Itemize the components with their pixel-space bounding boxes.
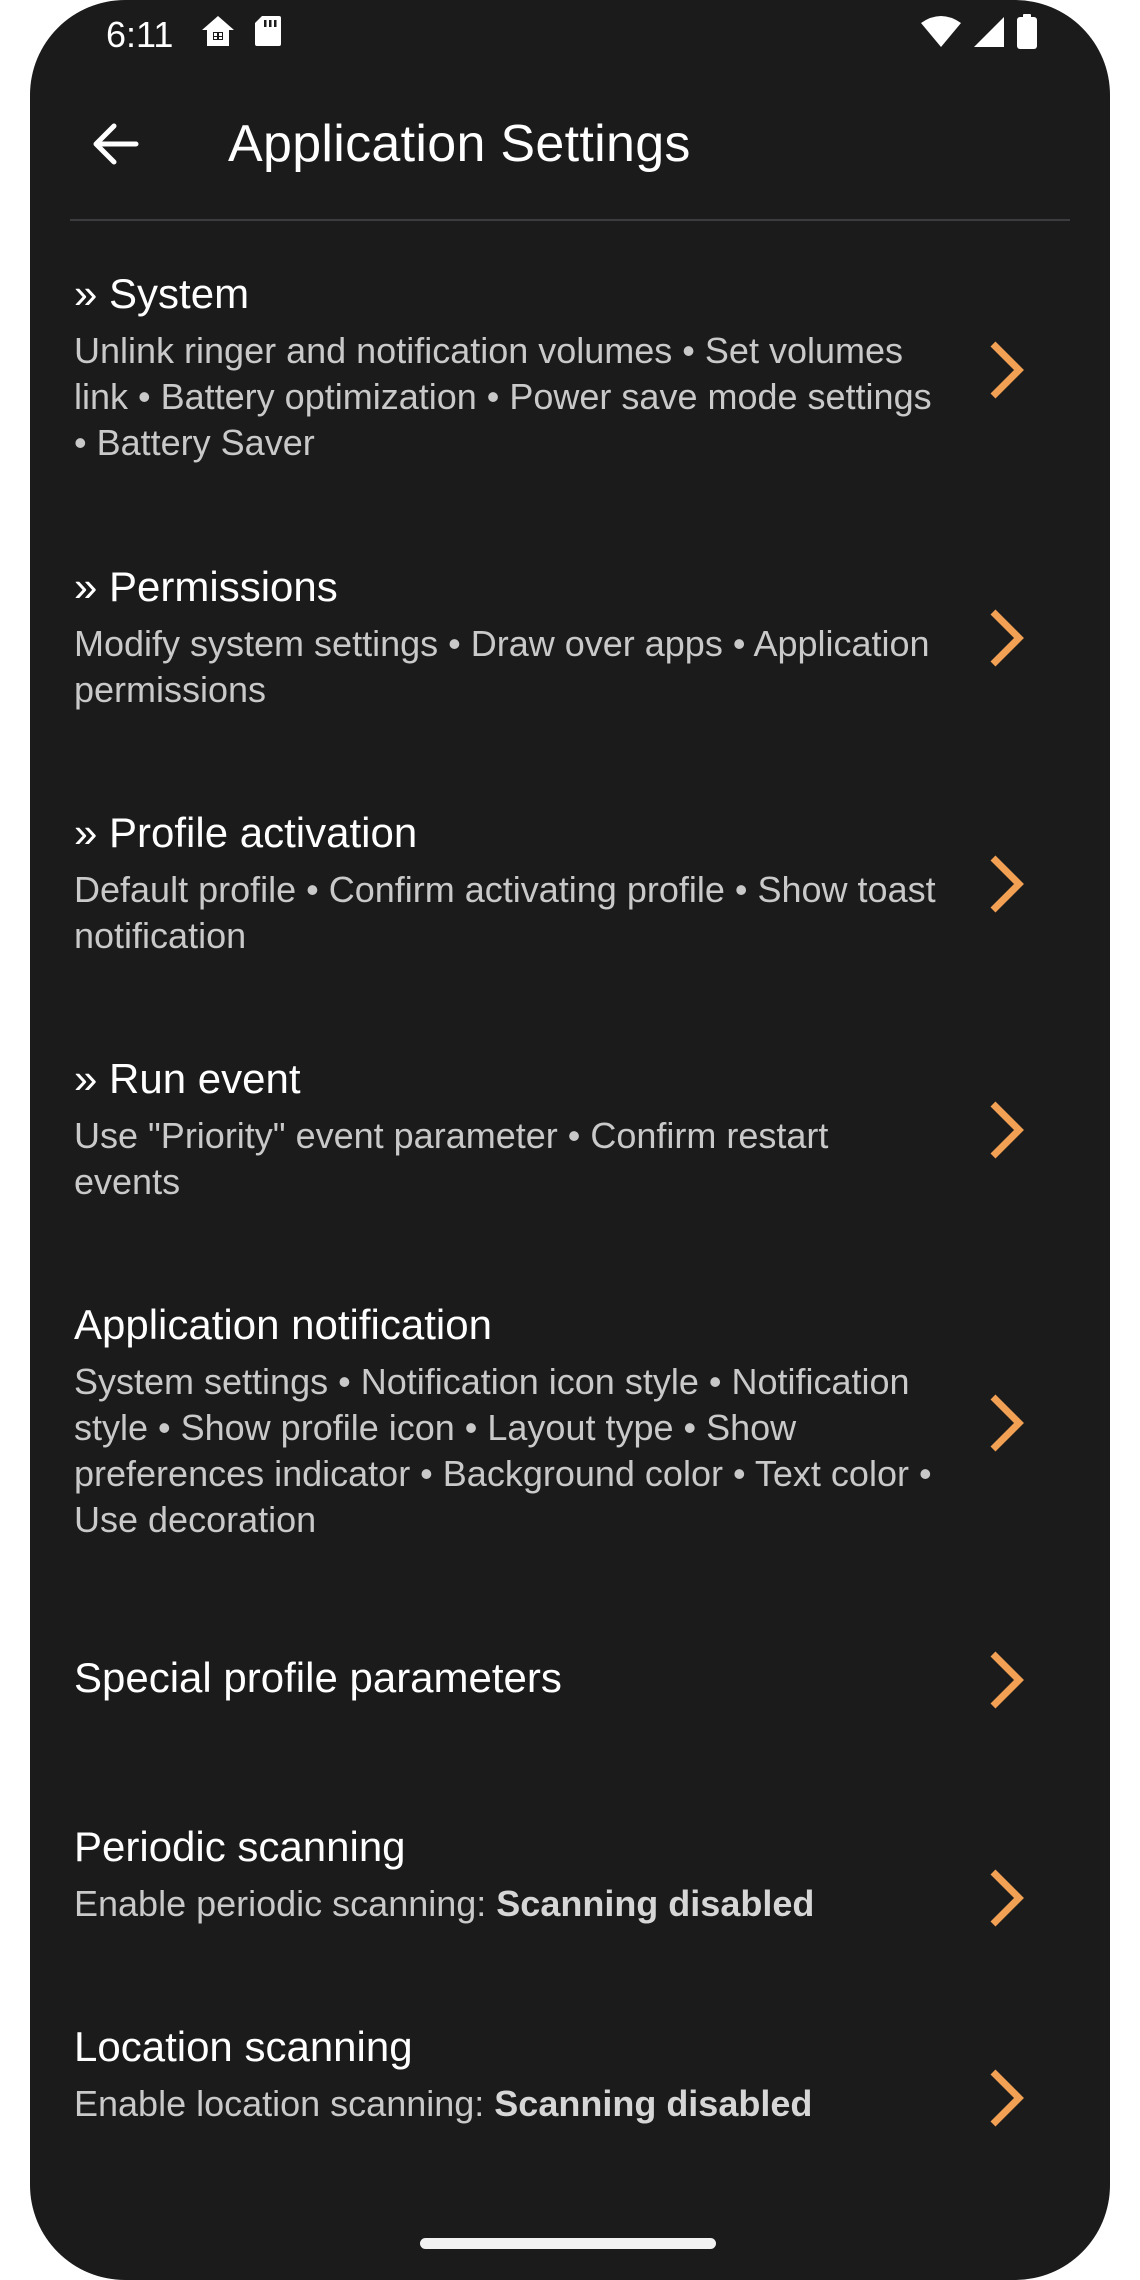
item-title: » System <box>74 270 250 317</box>
item-title: Application notification <box>74 1301 492 1348</box>
settings-item-run-event[interactable]: » Run event Use "Priority" event paramet… <box>30 1047 1110 1237</box>
item-title: Location scanning <box>74 2023 413 2070</box>
settings-item-permissions[interactable]: » Permissions Modify system settings • D… <box>30 555 1110 745</box>
arrow-back-icon <box>92 122 140 171</box>
wifi-icon <box>920 15 962 54</box>
item-title: Special profile parameters <box>74 1654 562 1701</box>
chevron-right-icon <box>980 1388 1030 1458</box>
status-left-icons <box>200 14 282 53</box>
item-title: » Profile activation <box>74 809 418 856</box>
app-bar: Application Settings <box>30 70 1110 220</box>
item-title: » Permissions <box>74 563 338 610</box>
settings-item-periodic-scanning[interactable]: Periodic scanning Enable periodic scanni… <box>30 1815 1110 1955</box>
settings-item-location-scanning[interactable]: Location scanning Enable location scanni… <box>30 2015 1110 2155</box>
settings-item-profile-activation[interactable]: » Profile activation Default profile • C… <box>30 801 1110 991</box>
item-summary: Use "Priority" event parameter • Confirm… <box>74 1115 829 1202</box>
cell-signal-icon <box>972 15 1006 54</box>
chevron-right-icon <box>980 603 1030 673</box>
item-title: » Run event <box>74 1055 301 1102</box>
chevron-right-icon <box>980 2063 1030 2133</box>
back-button[interactable] <box>80 110 152 182</box>
home-icon <box>200 14 236 53</box>
settings-item-system[interactable]: » System Unlink ringer and notification … <box>30 262 1110 512</box>
chevron-right-icon <box>980 1645 1030 1715</box>
item-summary: Enable location scanning: Scanning disab… <box>74 2081 944 2127</box>
item-summary: Enable periodic scanning: Scanning disab… <box>74 1881 944 1927</box>
item-summary: Unlink ringer and notification volumes •… <box>74 330 932 463</box>
status-bar: 6:11 <box>30 0 1110 70</box>
phone-screen: 6:11 Application Settings » System Unlin… <box>30 0 1110 2280</box>
chevron-right-icon <box>980 1863 1030 1933</box>
home-indicator[interactable] <box>420 2238 716 2249</box>
chevron-right-icon <box>980 335 1030 405</box>
settings-item-application-notification[interactable]: Application notification System settings… <box>30 1293 1110 1593</box>
chevron-right-icon <box>980 849 1030 919</box>
sd-card-icon <box>254 14 282 53</box>
status-time: 6:11 <box>106 14 174 55</box>
page-title: Application Settings <box>228 115 691 173</box>
chevron-right-icon <box>980 1095 1030 1165</box>
item-summary: Modify system settings • Draw over apps … <box>74 623 930 710</box>
app-bar-divider <box>70 219 1070 221</box>
status-right-icons <box>920 14 1038 55</box>
summary-value: Scanning disabled <box>494 2083 813 2124</box>
summary-prefix: Enable periodic scanning: <box>74 1883 497 1924</box>
summary-prefix: Enable location scanning: <box>74 2083 495 2124</box>
summary-value: Scanning disabled <box>496 1883 815 1924</box>
item-title: Periodic scanning <box>74 1823 406 1870</box>
item-summary: Default profile • Confirm activating pro… <box>74 869 936 956</box>
settings-item-special-profile-parameters[interactable]: Special profile parameters <box>30 1620 1110 1740</box>
item-summary: System settings • Notification icon styl… <box>74 1361 932 1540</box>
battery-icon <box>1016 14 1038 55</box>
